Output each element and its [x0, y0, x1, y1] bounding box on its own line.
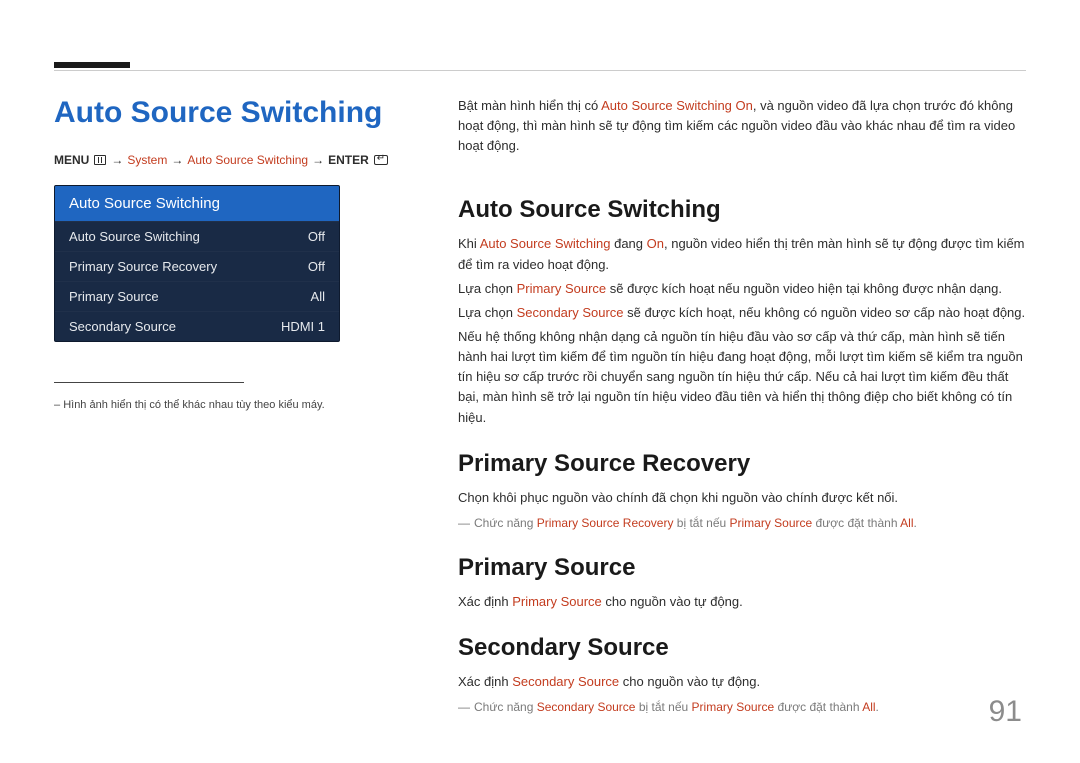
- path-item: Auto Source Switching: [187, 153, 308, 167]
- text: Bật màn hình hiển thị có: [458, 98, 601, 113]
- text: được đặt thành: [774, 700, 862, 714]
- text: Lựa chọn: [458, 281, 517, 296]
- menu-preview-header: Auto Source Switching: [55, 186, 339, 221]
- text: đang: [610, 236, 646, 251]
- highlight: Secondary Source: [517, 305, 624, 320]
- menu-row-value: All: [311, 289, 325, 304]
- paragraph: Lựa chọn Primary Source sẽ được kích hoạ…: [458, 279, 1026, 299]
- paragraph: Xác định Secondary Source cho nguồn vào …: [458, 672, 1026, 692]
- text: .: [876, 700, 879, 714]
- text: bị tắt nếu: [635, 700, 691, 714]
- menu-row-label: Primary Source: [69, 289, 159, 304]
- highlight: All: [862, 700, 875, 714]
- text: Khi: [458, 236, 480, 251]
- text: Lựa chọn: [458, 305, 517, 320]
- highlight: Primary Source: [517, 281, 607, 296]
- text: Chức năng: [474, 516, 537, 530]
- menu-icon: [94, 155, 106, 165]
- enter-icon: [374, 155, 388, 165]
- intro-paragraph: Bật màn hình hiển thị có Auto Source Swi…: [458, 96, 1026, 156]
- text: Xác định: [458, 594, 512, 609]
- footnote: – Hình ảnh hiển thị có thể khác nhau tùy…: [54, 397, 404, 414]
- text: .: [914, 516, 917, 530]
- highlight: Secondary Source: [537, 700, 636, 714]
- text: bị tắt nếu: [673, 516, 729, 530]
- menu-row-label: Primary Source Recovery: [69, 259, 217, 274]
- highlight: Primary Source: [512, 594, 602, 609]
- menu-label: MENU: [54, 153, 89, 167]
- highlight: Auto Source Switching: [480, 236, 611, 251]
- highlight: Secondary Source: [512, 674, 619, 689]
- footnote-text: Hình ảnh hiển thị có thể khác nhau tùy t…: [63, 399, 325, 411]
- note: Chức năng Primary Source Recovery bị tắt…: [458, 514, 1026, 532]
- highlight: Primary Source: [692, 700, 775, 714]
- highlight: All: [900, 516, 913, 530]
- page-number: 91: [989, 695, 1022, 729]
- paragraph: Xác định Primary Source cho nguồn vào tự…: [458, 592, 1026, 612]
- menu-row-value: HDMI 1: [281, 319, 325, 334]
- text: sẽ được kích hoạt, nếu không có nguồn vi…: [624, 305, 1026, 320]
- menu-row: Primary Source Recovery Off: [55, 251, 339, 281]
- section-heading: Secondary Source: [458, 634, 1026, 662]
- highlight: Primary Source: [730, 516, 813, 530]
- menu-row-value: Off: [308, 229, 325, 244]
- text: cho nguồn vào tự động.: [602, 594, 743, 609]
- text: Xác định: [458, 674, 512, 689]
- menu-row-value: Off: [308, 259, 325, 274]
- menu-path: MENU → System → Auto Source Switching → …: [54, 153, 404, 167]
- section-heading: Primary Source Recovery: [458, 450, 1026, 478]
- arrow-icon: →: [171, 153, 183, 167]
- left-column: Auto Source Switching MENU → System → Au…: [54, 96, 404, 716]
- footnote-rule: [54, 382, 244, 383]
- arrow-icon: →: [312, 153, 324, 167]
- arrow-icon: →: [111, 153, 123, 167]
- menu-row: Primary Source All: [55, 281, 339, 311]
- text: cho nguồn vào tự động.: [619, 674, 760, 689]
- enter-label: ENTER: [328, 153, 369, 167]
- note: Chức năng Secondary Source bị tắt nếu Pr…: [458, 698, 1026, 716]
- menu-row-label: Secondary Source: [69, 319, 176, 334]
- highlight: Primary Source Recovery: [537, 516, 674, 530]
- section-heading: Primary Source: [458, 554, 1026, 582]
- right-column: Bật màn hình hiển thị có Auto Source Swi…: [458, 96, 1026, 716]
- text: sẽ được kích hoạt nếu nguồn video hiện t…: [606, 281, 1002, 296]
- content-columns: Auto Source Switching MENU → System → Au…: [54, 0, 1026, 716]
- menu-row-label: Auto Source Switching: [69, 229, 200, 244]
- path-system: System: [127, 153, 167, 167]
- dash-icon: –: [54, 399, 60, 411]
- menu-preview: Auto Source Switching Auto Source Switch…: [54, 185, 340, 342]
- paragraph: Chọn khôi phục nguồn vào chính đã chọn k…: [458, 488, 1026, 508]
- section-heading: Auto Source Switching: [458, 196, 1026, 224]
- paragraph: Khi Auto Source Switching đang On, nguồn…: [458, 234, 1026, 274]
- paragraph: Lựa chọn Secondary Source sẽ được kích h…: [458, 303, 1026, 323]
- menu-row: Secondary Source HDMI 1: [55, 311, 339, 341]
- menu-row: Auto Source Switching Off: [55, 221, 339, 251]
- page-title: Auto Source Switching: [54, 96, 404, 131]
- paragraph: Nếu hệ thống không nhận dạng cả nguồn tí…: [458, 327, 1026, 428]
- text: được đặt thành: [812, 516, 900, 530]
- text: Chức năng: [474, 700, 537, 714]
- manual-page: Auto Source Switching MENU → System → Au…: [0, 0, 1080, 763]
- highlight: On: [647, 236, 664, 251]
- highlight: Auto Source Switching On: [601, 98, 753, 113]
